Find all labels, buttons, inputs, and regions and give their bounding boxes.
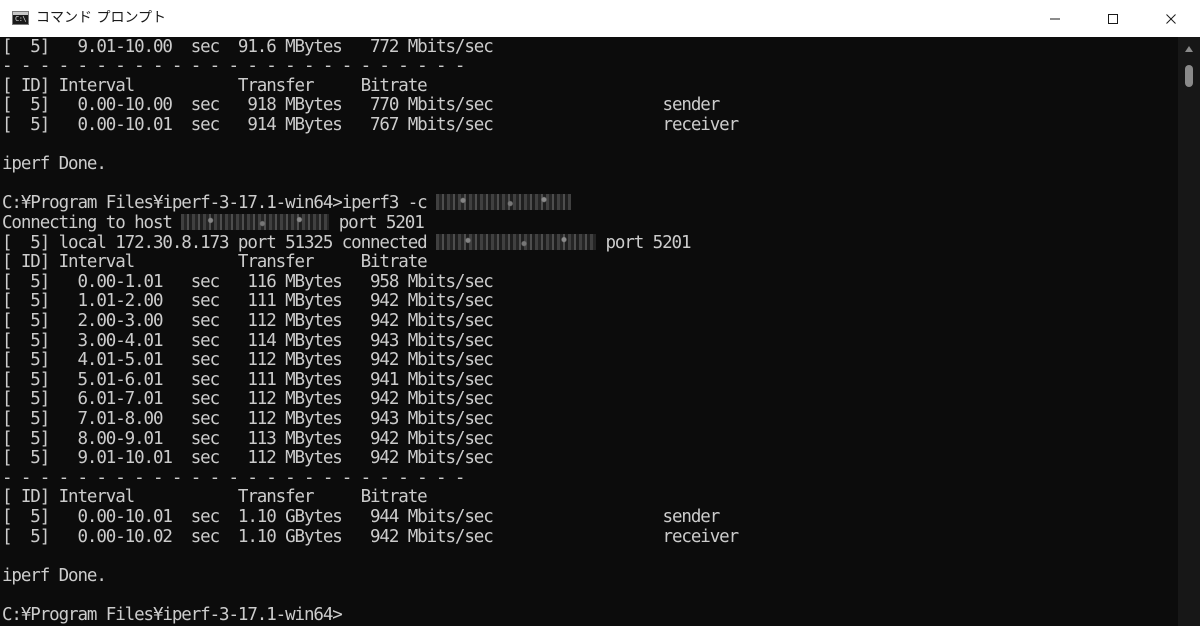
console-line-suffix: port 5201 (596, 232, 691, 253)
redacted-address (436, 194, 572, 211)
cmd-icon[interactable]: C:\ (12, 11, 29, 25)
console-line: [ 5] 0.00-10.01 sec 914 MBytes 767 Mbits… (2, 114, 739, 136)
console-line-text: [ 5] 1.01-2.00 sec 111 MBytes 942 Mbits/… (2, 291, 494, 312)
console-line-text: C:¥Program Files¥iperf-3-17.1-win64>iper… (2, 193, 437, 214)
console-line-text: [ 5] 3.00-4.01 sec 114 MBytes 943 Mbits/… (2, 330, 494, 351)
maximize-button[interactable] (1084, 0, 1142, 37)
console-line-suffix: port 5201 (329, 212, 425, 233)
redacted-address (436, 233, 597, 250)
console-line-text: [ ID] Interval Transfer Bitrate (2, 75, 428, 96)
console-line: [ ID] Interval Transfer Bitrate (2, 75, 428, 97)
console-line: [ 5] 8.00-9.01 sec 113 MBytes 942 Mbits/… (2, 428, 494, 450)
console-line: [ 5] 2.00-3.00 sec 112 MBytes 942 Mbits/… (2, 310, 494, 332)
console-line-text: [ 5] 2.00-3.00 sec 112 MBytes 942 Mbits/… (2, 310, 494, 331)
console-line-text: [ 5] 6.01-7.01 sec 112 MBytes 942 Mbits/… (2, 389, 494, 410)
close-button[interactable] (1142, 0, 1200, 37)
console-line-text: C:¥Program Files¥iperf-3-17.1-win64> (2, 604, 343, 625)
console-line-text: [ 5] 0.00-10.02 sec 1.10 GBytes 942 Mbit… (2, 526, 739, 547)
console-line-text: iperf Done. (2, 565, 107, 586)
console-line-text: [ 5] local 172.30.8.173 port 51325 conne… (2, 232, 437, 253)
console-line-text: [ 5] 0.00-1.01 sec 116 MBytes 958 Mbits/… (2, 271, 494, 292)
console-line-text: [ 5] 0.00-10.00 sec 918 MBytes 770 Mbits… (2, 95, 720, 116)
console-line: [ 5] 0.00-1.01 sec 116 MBytes 958 Mbits/… (2, 271, 494, 293)
console-line: iperf Done. (2, 154, 107, 175)
console-line-text: [ 5] 4.01-5.01 sec 112 MBytes 942 Mbits/… (2, 350, 494, 371)
console-line: Connecting to host port 5201 (2, 212, 425, 234)
console-line: [ 5] 0.00-10.02 sec 1.10 GBytes 942 Mbit… (2, 526, 739, 548)
console-line: [ ID] Interval Transfer Bitrate (2, 252, 428, 273)
console-line-text: [ 5] 8.00-9.01 sec 113 MBytes 942 Mbits/… (2, 428, 494, 449)
triangle-up-icon (1185, 46, 1193, 52)
console-line-text: iperf Done. (2, 154, 107, 175)
console-line-text: [ 5] 5.01-6.01 sec 111 MBytes 941 Mbits/… (2, 369, 494, 390)
console-line-text: [ 5] 0.00-10.01 sec 1.10 GBytes 944 Mbit… (2, 506, 720, 527)
console-line: [ 5] 5.01-6.01 sec 111 MBytes 941 Mbits/… (2, 369, 494, 391)
scroll-up-button[interactable] (1178, 41, 1200, 57)
console-line-text: - - - - - - - - - - - - - - - - - - - - … (2, 56, 465, 77)
console-line: [ 5] 6.01-7.01 sec 112 MBytes 942 Mbits/… (2, 389, 494, 410)
console-line: [ 5] 0.00-10.00 sec 918 MBytes 770 Mbits… (2, 95, 720, 116)
scroll-thumb[interactable] (1185, 65, 1193, 87)
console-output[interactable]: [ 5] 9.01-10.00 sec 91.6 MBytes 772 Mbit… (0, 37, 1178, 626)
console-line-text: [ ID] Interval Transfer Bitrate (2, 252, 428, 273)
console-line: iperf Done. (2, 565, 107, 587)
console-line-text: [ ID] Interval Transfer Bitrate (2, 487, 428, 508)
console-line: [ 5] 1.01-2.00 sec 111 MBytes 942 Mbits/… (2, 291, 494, 312)
window-title: コマンド プロンプト (36, 10, 167, 26)
console-line: [ ID] Interval Transfer Bitrate (2, 487, 428, 508)
title-bar[interactable]: C:\ コマンド プロンプト (0, 0, 1200, 37)
console-line: - - - - - - - - - - - - - - - - - - - - … (2, 56, 465, 77)
console-line-text: [ 5] 9.01-10.00 sec 91.6 MBytes 772 Mbit… (2, 37, 494, 57)
minimize-icon (1050, 18, 1060, 19)
console-line: - - - - - - - - - - - - - - - - - - - - … (2, 467, 465, 489)
console-line: [ 5] 9.01-10.01 sec 112 MBytes 942 Mbits… (2, 448, 494, 469)
console-line: [ 5] 9.01-10.00 sec 91.6 MBytes 772 Mbit… (2, 37, 494, 58)
console-line-text: - - - - - - - - - - - - - - - - - - - - … (2, 467, 465, 488)
console-line: [ 5] local 172.30.8.173 port 51325 conne… (2, 232, 692, 254)
close-icon (1166, 13, 1176, 24)
console-line-text: [ 5] 9.01-10.01 sec 112 MBytes 942 Mbits… (2, 448, 494, 469)
console-line-text: Connecting to host (2, 212, 182, 233)
minimize-button[interactable] (1026, 0, 1084, 37)
console-line: [ 5] 4.01-5.01 sec 112 MBytes 942 Mbits/… (2, 350, 494, 371)
console-line: [ 5] 3.00-4.01 sec 114 MBytes 943 Mbits/… (2, 330, 494, 352)
cmd-icon-glyph: C:\ (15, 15, 27, 23)
console-line-text: [ 5] 7.01-8.00 sec 112 MBytes 943 Mbits/… (2, 408, 494, 429)
console-line: C:¥Program Files¥iperf-3-17.1-win64>iper… (2, 193, 572, 214)
console-line: [ 5] 7.01-8.00 sec 112 MBytes 943 Mbits/… (2, 408, 494, 430)
console-line: [ 5] 0.00-10.01 sec 1.10 GBytes 944 Mbit… (2, 506, 720, 528)
maximize-icon (1108, 13, 1118, 24)
console-line-text: [ 5] 0.00-10.01 sec 914 MBytes 767 Mbits… (2, 114, 739, 135)
console-line: C:¥Program Files¥iperf-3-17.1-win64> (2, 604, 343, 626)
vertical-scrollbar[interactable] (1178, 37, 1200, 626)
redacted-address (181, 213, 330, 230)
